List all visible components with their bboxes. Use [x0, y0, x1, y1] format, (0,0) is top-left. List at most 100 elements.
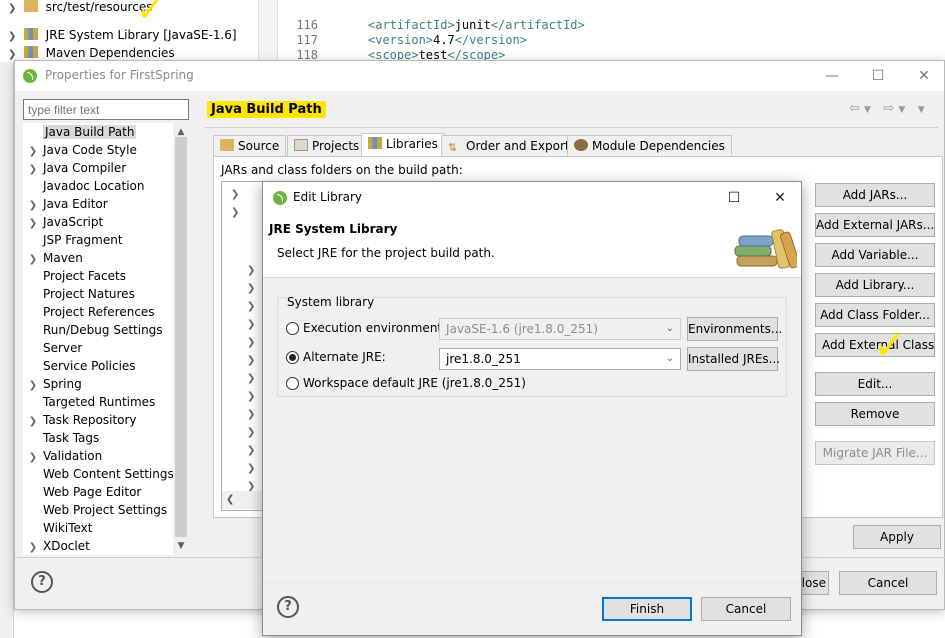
apply-button[interactable]: Apply	[853, 525, 941, 549]
nav-item[interactable]: Web Page Editor	[23, 483, 173, 501]
add-variable-button[interactable]: Add Variable...	[815, 243, 935, 267]
tree-item-jre-system-library[interactable]: ❯ JRE System Library [JavaSE-1.6]	[8, 26, 237, 44]
workspace-default-radio[interactable]	[286, 377, 299, 390]
maximize-button[interactable]: ☐	[855, 61, 901, 91]
finish-button[interactable]: Finish	[602, 597, 692, 621]
chevron-right-icon[interactable]: ❯	[231, 189, 239, 200]
nav-item[interactable]: Service Policies	[23, 357, 173, 375]
nav-item[interactable]: ❯ Validation	[23, 447, 173, 465]
tab-module-dependencies[interactable]: Module Dependencies	[567, 135, 732, 157]
nav-item[interactable]: Run/Debug Settings	[23, 321, 173, 339]
nav-item[interactable]: Project Natures	[23, 285, 173, 303]
edit-button[interactable]: Edit...	[815, 372, 935, 396]
chevron-right-icon[interactable]: ❯	[247, 301, 255, 312]
xml-value: junit	[454, 18, 491, 32]
nav-item[interactable]: ❯ Task Repository	[23, 411, 173, 429]
add-external-jars-button[interactable]: Add External JARs...	[815, 213, 935, 237]
maximize-button[interactable]: ☐	[711, 183, 757, 213]
cancel-button[interactable]: Cancel	[839, 571, 937, 595]
nav-item[interactable]: WikiText	[23, 519, 173, 537]
nav-item-label: XDoclet	[43, 539, 90, 553]
chevron-right-icon[interactable]: ❯	[23, 539, 43, 555]
chevron-right-icon[interactable]: ❯	[247, 355, 255, 366]
chevron-right-icon[interactable]: ❯	[247, 319, 255, 330]
chevron-right-icon[interactable]: ❯	[247, 283, 255, 294]
nav-item-label: Java Editor	[43, 197, 108, 211]
nav-item[interactable]: JSP Fragment	[23, 231, 173, 249]
jars-label: JARs and class folders on the build path…	[221, 163, 463, 177]
menu-chevron-icon[interactable]: ▼	[918, 105, 925, 115]
cancel-button[interactable]: Cancel	[701, 597, 791, 621]
back-arrow-icon[interactable]: ⇦	[849, 101, 860, 116]
chevron-down-icon[interactable]: ▼	[898, 105, 905, 115]
nav-item-label: Task Tags	[43, 431, 100, 445]
add-jars-button[interactable]: Add JARs...	[815, 183, 935, 207]
chevron-right-icon[interactable]: ❯	[8, 0, 20, 18]
help-icon[interactable]: ?	[277, 596, 299, 618]
installed-jres-button[interactable]: Installed JREs...	[687, 347, 780, 371]
chevron-right-icon[interactable]: ❯	[247, 463, 255, 474]
migrate-jar-button: Migrate JAR File...	[815, 441, 935, 465]
alternate-jre-select[interactable]: jre1.8.0_251 ⌄	[439, 348, 681, 370]
nav-item-label: Run/Debug Settings	[43, 323, 163, 337]
nav-item[interactable]: Java Build Path	[23, 123, 173, 141]
nav-item[interactable]: ❯ JavaScript	[23, 213, 173, 231]
alternate-jre-radio[interactable]	[286, 351, 299, 364]
xml-open-tag: <version>	[368, 33, 434, 47]
nav-item-label: JSP Fragment	[43, 233, 123, 247]
nav-item[interactable]: ❯ Java Code Style	[23, 141, 173, 159]
dialog-description: Select JRE for the project build path.	[277, 246, 495, 260]
nav-item[interactable]: Server	[23, 339, 173, 357]
annotation-check-mark: ✓	[136, 0, 165, 30]
nav-item[interactable]: Web Project Settings	[23, 501, 173, 519]
nav-item[interactable]: ❯ Java Compiler	[23, 159, 173, 177]
chevron-right-icon[interactable]: ❯	[247, 427, 255, 438]
tab-libraries[interactable]: Libraries	[361, 133, 445, 157]
nav-item[interactable]: Web Content Settings	[23, 465, 174, 483]
nav-item[interactable]: Task Tags	[23, 429, 173, 447]
chevron-right-icon[interactable]: ❯	[247, 409, 255, 420]
nav-item[interactable]: ❯ Spring	[23, 375, 173, 393]
forward-arrow-icon[interactable]: ⇨	[883, 101, 894, 116]
chevron-down-icon[interactable]: ❯	[231, 207, 239, 218]
chevron-down-icon[interactable]: ▼	[864, 105, 871, 115]
execution-environment-radio[interactable]	[286, 322, 299, 335]
environments-button[interactable]: Environments...	[687, 317, 782, 341]
nav-item[interactable]: Project Facets	[23, 267, 173, 285]
chevron-down-icon[interactable]: ⌄	[666, 349, 674, 369]
tree-item-label: JRE System Library [JavaSE-1.6]	[45, 28, 237, 42]
library-icon	[368, 137, 382, 149]
nav-item[interactable]: Project References	[23, 303, 173, 321]
nav-item[interactable]: ❯ Java Editor	[23, 195, 173, 213]
help-icon[interactable]: ?	[31, 571, 53, 593]
xml-editor[interactable]: 116 <artifactId>junit</artifactId> 117 <…	[278, 0, 945, 62]
add-library-button[interactable]: Add Library...	[815, 273, 935, 297]
nav-item[interactable]: ❯ Maven	[23, 249, 173, 267]
chevron-right-icon[interactable]: ❯	[247, 337, 255, 348]
chevron-right-icon[interactable]: ❯	[247, 373, 255, 384]
tab-projects[interactable]: Projects	[287, 135, 367, 157]
tree-item-src-test-resources[interactable]: ❯ src/test/resources	[8, 0, 152, 16]
nav-item-label: Web Page Editor	[43, 485, 142, 499]
books-icon	[734, 229, 797, 269]
scroll-left-icon[interactable]: ❮	[226, 494, 234, 505]
filter-input[interactable]	[23, 99, 189, 120]
minimize-button[interactable]: —	[809, 61, 855, 91]
scrollbar-thumb[interactable]	[175, 137, 187, 537]
nav-item[interactable]: Targeted Runtimes	[23, 393, 173, 411]
library-icon	[23, 46, 38, 58]
chevron-right-icon[interactable]: ❯	[247, 265, 255, 276]
tab-source[interactable]: Source	[213, 135, 287, 157]
close-window-button[interactable]: ✕	[757, 183, 803, 213]
nav-item-label: Project Facets	[43, 269, 126, 283]
remove-button[interactable]: Remove	[815, 402, 935, 426]
tab-label: Projects	[312, 139, 360, 153]
close-window-button[interactable]: ✕	[901, 61, 945, 91]
chevron-right-icon[interactable]: ❯	[247, 391, 255, 402]
tab-order-and-export[interactable]: ⇅ Order and Export	[441, 135, 577, 157]
scroll-down-icon[interactable]: ▼	[173, 539, 189, 553]
execution-environment-select: JavaSE-1.6 (jre1.8.0_251) ⌄	[439, 318, 681, 340]
nav-item[interactable]: Javadoc Location	[23, 177, 173, 195]
nav-item[interactable]: ❯ XDoclet	[23, 537, 173, 555]
chevron-right-icon[interactable]: ❯	[247, 445, 255, 456]
